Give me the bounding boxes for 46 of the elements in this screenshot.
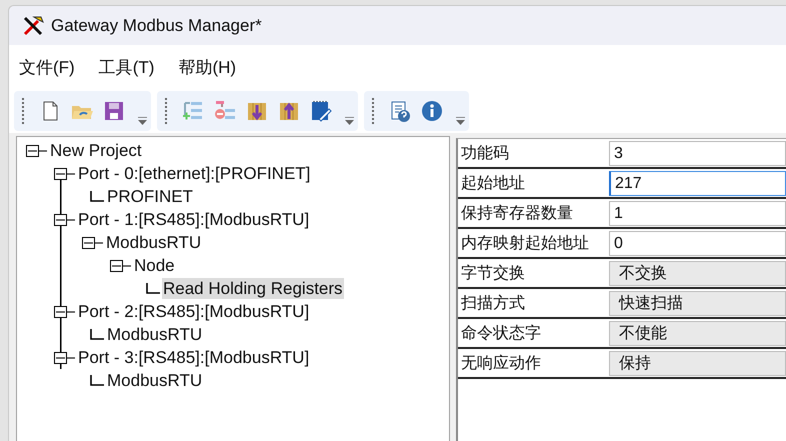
- tree-item[interactable]: ModbusRTU: [105, 232, 202, 253]
- collapse-icon[interactable]: [54, 306, 75, 318]
- property-label: 命令状态字: [460, 324, 542, 344]
- collapse-icon[interactable]: [26, 144, 47, 156]
- property-label: 保持寄存器数量: [460, 204, 574, 224]
- tree-item[interactable]: PROFINET: [106, 186, 194, 207]
- menu-item[interactable]: 工具(T): [98, 52, 170, 82]
- collapse-icon[interactable]: [54, 352, 75, 364]
- collapse-icon[interactable]: [54, 168, 75, 180]
- overflow-chevron-icon[interactable]: [345, 117, 354, 125]
- overflow-chevron-icon[interactable]: [138, 117, 147, 125]
- leader-line: [146, 282, 160, 294]
- tools-icon: [21, 14, 45, 38]
- leader-line: [90, 190, 104, 202]
- tree-item[interactable]: Port - 2:[RS485]:[ModbusRTU]: [77, 301, 310, 322]
- property-label: 字节交换: [460, 264, 526, 284]
- tree-item[interactable]: Node: [133, 255, 176, 276]
- collapse-icon[interactable]: [110, 260, 131, 272]
- overflow-chevron-icon[interactable]: [456, 117, 465, 125]
- tree-item[interactable]: Port - 1:[RS485]:[ModbusRTU]: [77, 209, 310, 230]
- property-label: 功能码: [460, 144, 510, 164]
- menu-item[interactable]: 帮助(H): [178, 52, 252, 82]
- dropdown[interactable]: 快速扫描: [609, 291, 786, 316]
- collapse-icon[interactable]: [82, 236, 103, 248]
- property-label: 起始地址: [460, 174, 526, 194]
- window-title: Gateway Modbus Manager*: [51, 16, 262, 36]
- value-field[interactable]: 0: [609, 231, 786, 256]
- dropdown[interactable]: 不交换: [609, 261, 786, 286]
- tree-item[interactable]: ModbusRTU: [106, 370, 204, 391]
- leader-line: [90, 328, 104, 340]
- leader-line: [90, 374, 104, 386]
- tree-item[interactable]: Port - 0:[ethernet]:[PROFINET]: [77, 163, 312, 184]
- dropdown[interactable]: 保持: [609, 351, 786, 376]
- value-field[interactable]: 217: [609, 171, 786, 196]
- dropdown[interactable]: 不使能: [609, 321, 786, 346]
- tree-item[interactable]: Read Holding Registers: [162, 278, 344, 299]
- property-label: 扫描方式: [460, 294, 526, 314]
- tree-item[interactable]: New Project: [49, 140, 143, 161]
- property-label: 无响应动作: [460, 354, 542, 374]
- value-field[interactable]: 1: [609, 201, 786, 226]
- collapse-icon[interactable]: [54, 214, 75, 226]
- property-label: 内存映射起始地址: [460, 234, 590, 254]
- tree-item[interactable]: Port - 3:[RS485]:[ModbusRTU]: [77, 347, 310, 368]
- menu-item[interactable]: 文件(F): [19, 52, 91, 82]
- tree-item[interactable]: ModbusRTU: [106, 324, 204, 345]
- value-field[interactable]: 3: [609, 141, 786, 166]
